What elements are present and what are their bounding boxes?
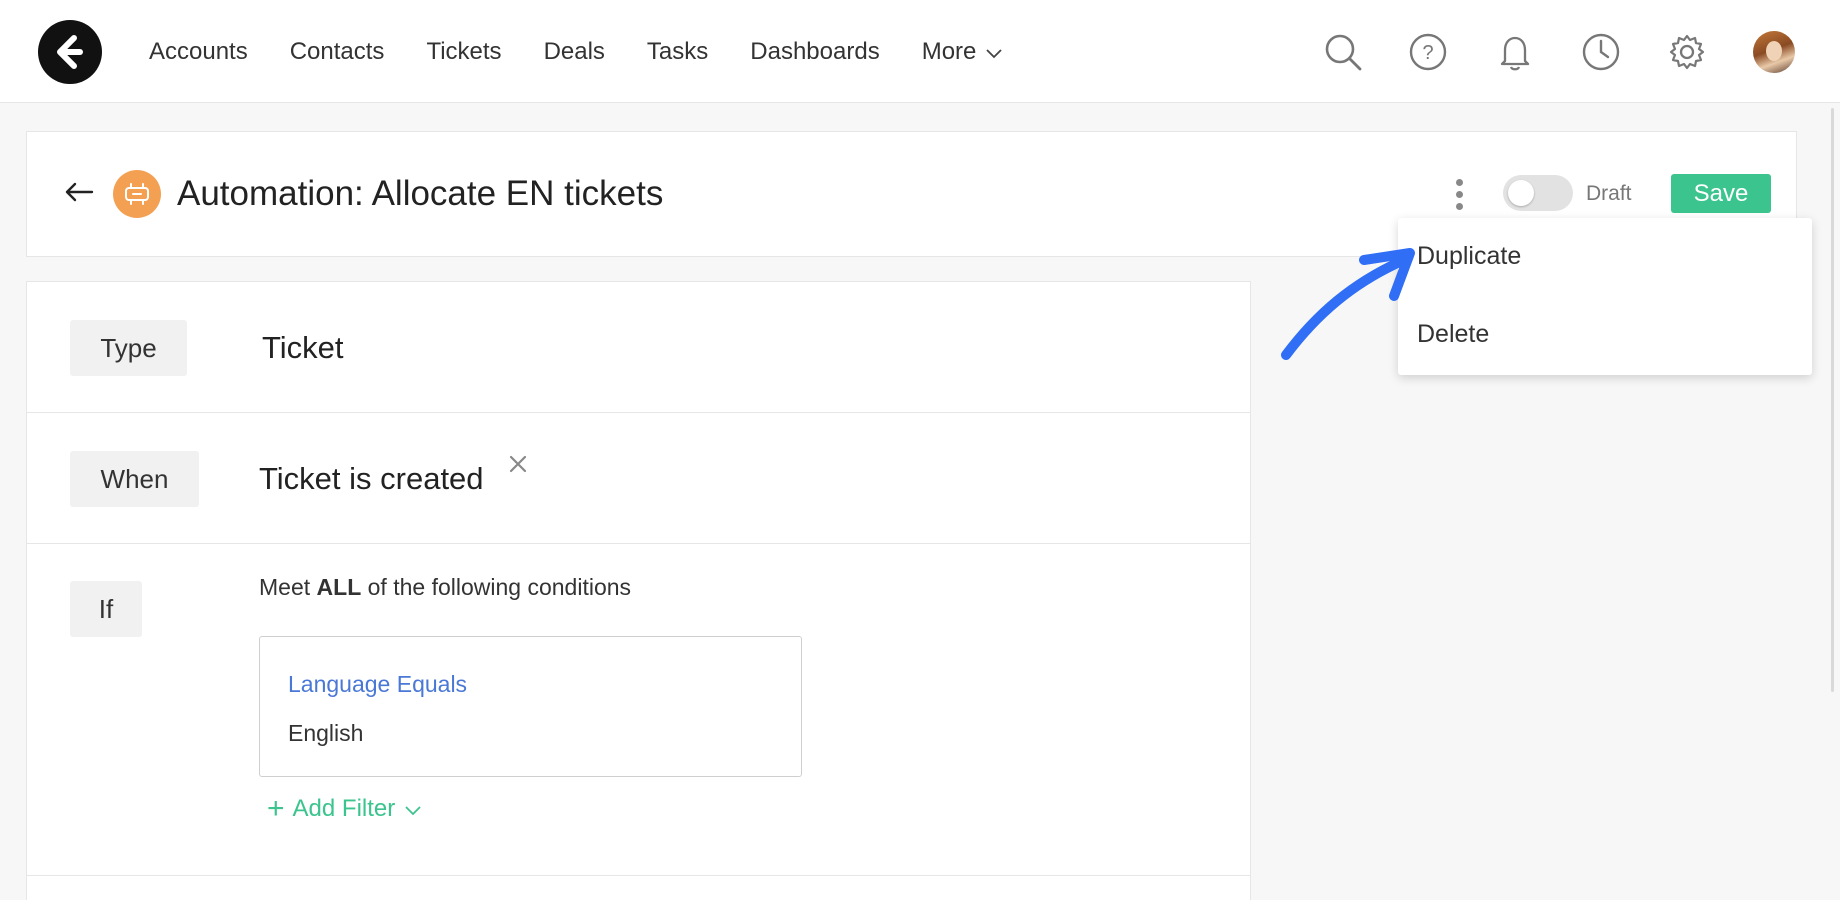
condition-suffix: of the following conditions: [367, 574, 632, 600]
when-tag: When: [70, 451, 199, 507]
chevron-down-icon: [405, 805, 421, 815]
filter-name: Language Equals: [288, 671, 468, 697]
add-filter-button[interactable]: + Add Filter: [267, 794, 421, 824]
actions-dropdown: Duplicate Delete: [1398, 218, 1812, 375]
nav-item-deals[interactable]: Deals: [544, 38, 605, 66]
status-label: Draft: [1586, 182, 1632, 205]
page-title: Automation: Allocate EN tickets: [177, 174, 664, 213]
help-icon[interactable]: ?: [1406, 30, 1450, 74]
main-nav: Accounts Contacts Tickets Deals Tasks Da…: [149, 0, 1044, 103]
avatar[interactable]: [1753, 31, 1795, 73]
if-row: If Meet ALL of the following conditions …: [27, 544, 1250, 876]
condition-prefix: Meet: [259, 574, 311, 600]
condition-match-mode[interactable]: ALL: [317, 574, 362, 600]
if-tag: If: [70, 581, 142, 637]
type-tag: Type: [70, 320, 187, 376]
gear-icon[interactable]: [1665, 30, 1709, 74]
filter-value: English: [288, 720, 364, 746]
logo-icon[interactable]: [38, 20, 102, 84]
condition-summary: Meet ALL of the following conditions: [259, 574, 631, 601]
when-row: When Ticket is created: [27, 413, 1250, 544]
when-value[interactable]: Ticket is created: [259, 461, 484, 497]
automation-icon: [113, 170, 161, 218]
menu-item-duplicate[interactable]: Duplicate: [1417, 242, 1521, 271]
nav-more-label: More: [921, 37, 977, 65]
filter-condition[interactable]: Language Equals English: [259, 636, 802, 777]
svg-text:?: ?: [1422, 42, 1433, 64]
back-arrow-icon[interactable]: [59, 172, 99, 212]
search-icon[interactable]: [1321, 30, 1365, 74]
nav-more-menu[interactable]: More: [922, 38, 1003, 66]
active-toggle[interactable]: [1503, 175, 1573, 211]
nav-item-accounts[interactable]: Accounts: [149, 38, 248, 66]
nav-item-dashboards[interactable]: Dashboards: [750, 38, 879, 66]
kebab-menu-icon[interactable]: [1447, 174, 1471, 214]
nav-item-contacts[interactable]: Contacts: [290, 38, 385, 66]
close-icon[interactable]: [505, 451, 531, 477]
nav-item-tickets[interactable]: Tickets: [426, 38, 501, 66]
save-button[interactable]: Save: [1671, 174, 1771, 213]
type-value[interactable]: Ticket: [262, 330, 344, 366]
type-row: Type Ticket: [27, 282, 1250, 413]
chevron-down-icon: [986, 48, 1003, 58]
bell-icon[interactable]: [1493, 30, 1537, 74]
clock-icon[interactable]: [1579, 30, 1623, 74]
nav-item-tasks[interactable]: Tasks: [647, 38, 708, 66]
add-filter-label: Add Filter: [292, 795, 396, 822]
automation-rule-card: Type Ticket When Ticket is created If Me…: [26, 281, 1251, 900]
top-nav-bar: Accounts Contacts Tickets Deals Tasks Da…: [0, 0, 1840, 103]
plus-icon: +: [267, 792, 285, 825]
annotation-arrow: [1281, 248, 1415, 360]
page-scrollbar[interactable]: [1831, 108, 1834, 692]
